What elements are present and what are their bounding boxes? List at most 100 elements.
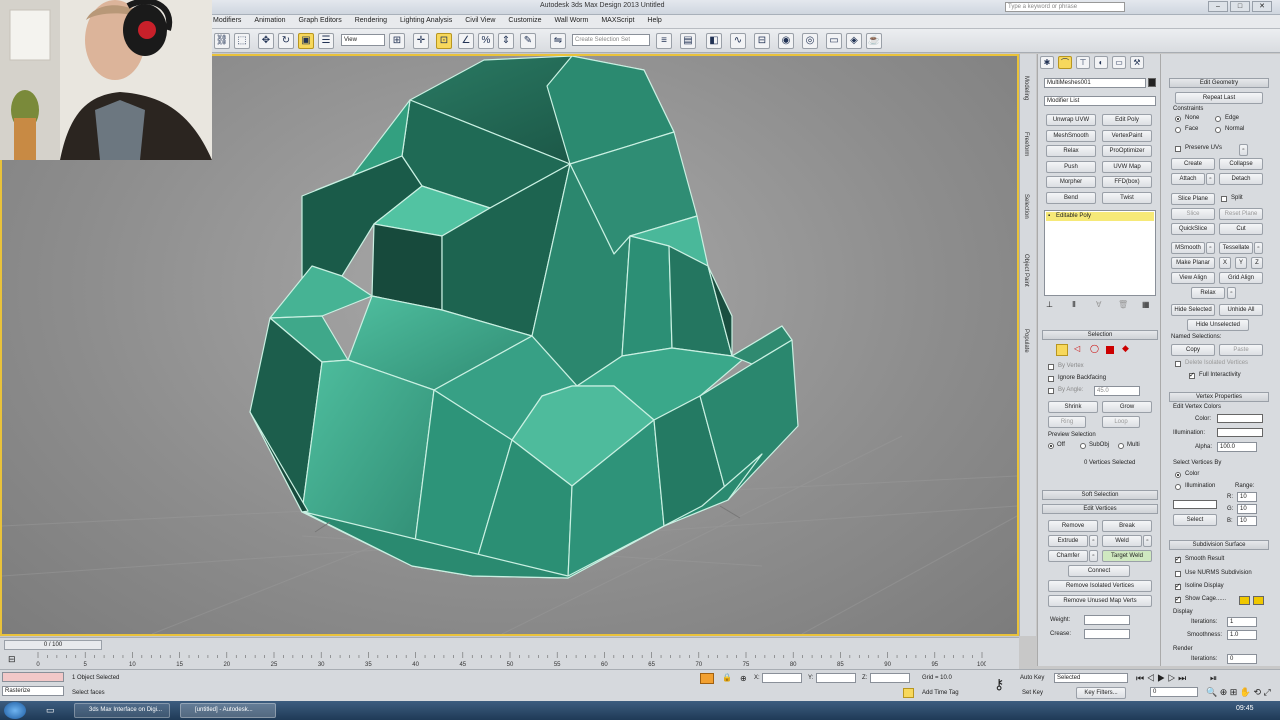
select-manipulate-icon[interactable]: ✛ (413, 33, 429, 49)
menu-item-civil-view[interactable]: Civil View (465, 17, 495, 24)
polygon-subobject-icon[interactable] (1106, 346, 1114, 354)
isolate-selection-icon[interactable] (700, 673, 714, 684)
attach-button[interactable]: Attach (1171, 173, 1205, 185)
render-iterations-input[interactable]: 0 (1227, 654, 1257, 664)
select-by-name-icon[interactable]: ☰ (318, 33, 334, 49)
menu-item-rendering[interactable]: Rendering (355, 17, 387, 24)
hierarchy-tab-icon[interactable]: ⊤ (1076, 56, 1090, 69)
modifier-button-bend[interactable]: Bend (1046, 191, 1096, 204)
modify-tab-icon[interactable]: ⌒ (1058, 56, 1072, 69)
planarize-y-button[interactable]: Y (1235, 257, 1247, 269)
modifier-button-ffd-box-[interactable]: FFD(box) (1102, 176, 1152, 188)
modifier-list-dropdown[interactable]: Modifier List (1044, 96, 1156, 106)
repeat-last-button[interactable]: Repeat Last (1175, 92, 1263, 104)
remove-modifier-icon[interactable]: 🗑 (1118, 300, 1128, 309)
time-slider[interactable]: 0 / 100 (4, 640, 102, 650)
auto-key-button[interactable]: Auto Key (1020, 675, 1044, 681)
make-unique-icon[interactable]: ∀ (1096, 300, 1101, 309)
explorer-icon[interactable]: ▭ (46, 705, 55, 716)
maximize-icon[interactable]: □ (1230, 1, 1250, 12)
illumination-swatch[interactable] (1217, 428, 1263, 437)
modifier-button-relax[interactable]: Relax (1046, 145, 1096, 157)
by-angle-checkbox[interactable] (1048, 388, 1054, 394)
weld-settings-icon[interactable]: ▫ (1143, 535, 1152, 547)
z-coordinate-input[interactable] (870, 673, 910, 683)
tab-modeling[interactable]: Modeling (1023, 76, 1029, 100)
selection-lock-icon[interactable]: 🔒 (722, 673, 732, 682)
y-coordinate-input[interactable] (816, 673, 856, 683)
add-time-tag-text[interactable]: Add Time Tag (922, 690, 959, 696)
display-smoothness-input[interactable]: 1.0 (1227, 630, 1257, 640)
mirror-icon[interactable]: ⇋ (550, 33, 566, 49)
preview-subobj-radio[interactable] (1080, 443, 1086, 449)
object-name-field[interactable]: MultiMeshes001 (1044, 78, 1146, 88)
taskbar-item-browser[interactable]: 3ds Max Interface on Digi... (74, 703, 170, 718)
edit-named-selection-icon[interactable]: ✎ (520, 33, 536, 49)
spinner-snap-icon[interactable]: ⇕ (498, 33, 514, 49)
tab-freeform[interactable]: Freeform (1023, 132, 1029, 156)
vertex-subobject-icon[interactable] (1056, 344, 1068, 356)
current-frame-input[interactable]: 0 (1150, 687, 1198, 697)
preserve-uvs-checkbox[interactable] (1175, 146, 1181, 152)
grow-button[interactable]: Grow (1102, 401, 1152, 413)
remove-unused-map-verts-button[interactable]: Remove Unused Map Verts (1048, 595, 1152, 607)
search-input[interactable]: Type a keyword or phrase (1005, 2, 1125, 12)
render-frame-icon[interactable]: ▭ (826, 33, 842, 49)
extrude-button[interactable]: Extrude (1048, 535, 1088, 547)
shrink-button[interactable]: Shrink (1048, 401, 1098, 413)
subdivision-surface-rollout-header[interactable]: Subdivision Surface (1169, 540, 1269, 550)
mini-curve-editor-icon[interactable]: ⊟ (8, 654, 16, 665)
named-selection-set-dropdown[interactable]: Create Selection Set (572, 34, 650, 46)
track-bar[interactable]: 0 5 10 15 20 25 30 35 40 45 50 55 60 65 70 75 80 85 90 95 10… (34, 652, 986, 668)
display-tab-icon[interactable]: ▭ (1112, 56, 1126, 69)
schematic-icon[interactable]: ⊟ (754, 33, 770, 49)
msmooth-button[interactable]: MSmooth (1171, 242, 1205, 254)
chamfer-button[interactable]: Chamfer (1048, 550, 1088, 562)
expand-icon[interactable]: ▪ (1048, 212, 1050, 221)
quickslice-button[interactable]: QuickSlice (1171, 223, 1215, 235)
close-icon[interactable]: ✕ (1252, 1, 1272, 12)
planarize-z-button[interactable]: Z (1251, 257, 1263, 269)
tab-object-paint[interactable]: Object Paint (1023, 254, 1029, 287)
key-filters-button[interactable]: Key Filters... (1076, 687, 1126, 699)
stack-item-editable-poly[interactable]: ▪ Editable Poly (1046, 212, 1154, 221)
msmooth-settings-icon[interactable]: ▫ (1206, 242, 1215, 254)
tessellate-settings-icon[interactable]: ▫ (1254, 242, 1263, 254)
time-tag-icon[interactable] (903, 688, 914, 698)
percent-snap-icon[interactable]: % (478, 33, 494, 49)
x-coordinate-input[interactable] (762, 673, 802, 683)
select-by-color-button[interactable]: Select (1173, 514, 1217, 526)
align-icon[interactable]: ≡ (656, 33, 672, 49)
modifier-button-morpher[interactable]: Morpher (1046, 176, 1096, 188)
viewport-navigation-icons[interactable]: 🔍 ⊕ ⊞ ✋ ⟲ ⤢ (1206, 687, 1271, 698)
menu-item-maxscript[interactable]: MAXScript (601, 17, 634, 24)
motion-tab-icon[interactable]: ◐ (1094, 56, 1108, 69)
selection-filter-dropdown[interactable]: View (341, 34, 385, 46)
taskbar-item-3dsmax[interactable]: [untitled] - Autodesk... (180, 703, 276, 718)
constraint-normal-radio[interactable] (1215, 127, 1221, 133)
paste-button[interactable]: Paste (1219, 344, 1263, 356)
pivot-icon[interactable]: ⊞ (389, 33, 405, 49)
ring-button[interactable]: Ring (1048, 416, 1086, 428)
target-weld-button[interactable]: Target Weld (1102, 550, 1152, 562)
rotate-icon[interactable]: ↻ (278, 33, 294, 49)
border-subobject-icon[interactable]: ◯ (1090, 344, 1099, 353)
maxscript-output[interactable]: Rasterize (2, 686, 64, 696)
render-production-icon[interactable]: ◈ (846, 33, 862, 49)
maxscript-listener[interactable] (2, 672, 64, 682)
absolute-mode-icon[interactable]: ⊕ (740, 674, 747, 683)
modifier-button-meshsmooth[interactable]: MeshSmooth (1046, 129, 1096, 142)
grid-align-button[interactable]: Grid Align (1219, 272, 1263, 284)
modifier-button-twist[interactable]: Twist (1102, 191, 1152, 204)
teapot-icon[interactable]: ☕ (866, 33, 882, 49)
copy-button[interactable]: Copy (1171, 344, 1215, 356)
select-color-swatch[interactable] (1173, 500, 1217, 509)
key-selection-dropdown[interactable]: Selected (1054, 673, 1128, 683)
modifier-stack[interactable]: ▪ Editable Poly (1044, 210, 1156, 296)
constraint-face-radio[interactable] (1175, 127, 1181, 133)
modifier-button-uvw-map[interactable]: UVW Map (1102, 160, 1152, 173)
remove-button[interactable]: Remove (1048, 520, 1098, 532)
tab-populate[interactable]: Populate (1023, 329, 1029, 353)
edge-subobject-icon[interactable]: ◁ (1074, 344, 1080, 353)
modifier-button-edit-poly[interactable]: Edit Poly (1102, 114, 1152, 126)
